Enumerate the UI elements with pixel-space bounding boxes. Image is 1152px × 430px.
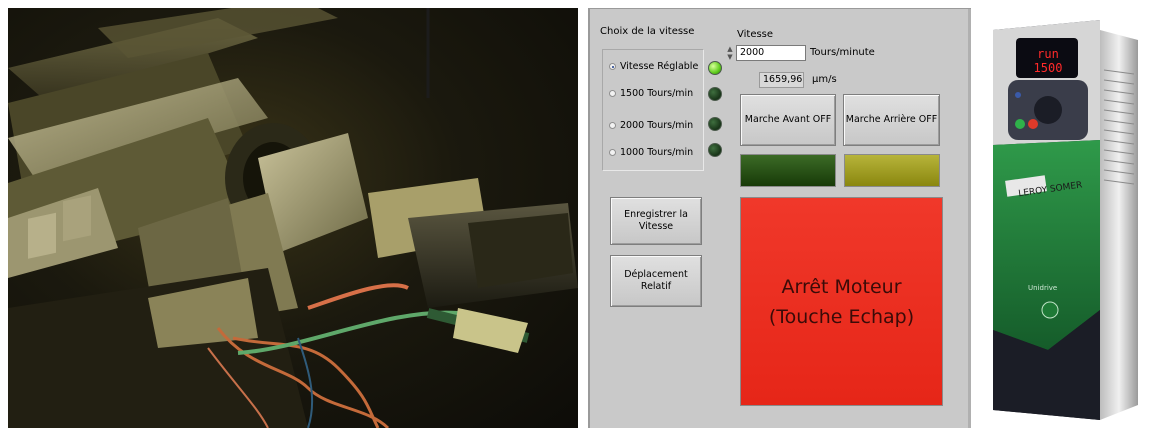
speed-unit: Tours/minute [810,47,875,58]
radio-label: 1000 Tours/min [620,147,694,158]
led-variable-speed [708,61,722,75]
spin-up-icon[interactable]: ▲ [725,45,735,53]
radio-label: Vitesse Réglable [620,61,699,72]
backward-indicator [844,154,940,187]
radio-dot[interactable] [609,63,616,70]
radio-2000[interactable]: 2000 Tours/min [609,120,693,131]
backward-button[interactable]: Marche Arrière OFF [843,94,940,146]
spin-down-icon[interactable]: ▼ [725,53,735,61]
radio-1500[interactable]: 1500 Tours/min [609,88,693,99]
radio-dot[interactable] [609,90,616,97]
speed-spinner[interactable]: ▲ ▼ [725,45,735,63]
drive-model: Unidrive [1028,284,1057,292]
relative-move-line2: Relatif [640,281,672,292]
linear-speed-indicator: 1659,96 [759,72,804,88]
led-1000 [708,143,722,157]
panel-edge [968,9,971,428]
radio-dot[interactable] [609,122,616,129]
save-speed-line1: Enregistrer la [624,209,688,220]
variable-speed-drive-photo: run 1500 LEROY SOMER Unidrive [988,10,1146,428]
led-2000 [708,117,722,131]
speed-control-panel: Choix de la vitesse Vitesse Réglable 150… [588,8,971,428]
radio-1000[interactable]: 1000 Tours/min [609,147,693,158]
radio-variable-speed[interactable]: Vitesse Réglable [609,61,698,72]
relative-move-button[interactable]: Déplacement Relatif [610,255,702,307]
linear-speed-unit: µm/s [812,74,837,85]
forward-button[interactable]: Marche Avant OFF [740,94,836,146]
relative-move-line1: Déplacement [624,269,688,280]
radio-label: 1500 Tours/min [620,88,694,99]
led-1500 [708,87,722,101]
radio-dot[interactable] [609,149,616,156]
stop-line1: Arrêt Moteur [781,275,902,298]
stop-line2: (Touche Echap) [768,305,915,328]
stop-motor-button[interactable]: Arrêt Moteur (Touche Echap) [740,197,943,406]
drive-display-line2: 1500 [1034,61,1063,75]
save-speed-button[interactable]: Enregistrer la Vitesse [610,197,702,245]
radio-label: 2000 Tours/min [620,120,694,131]
speed-label: Vitesse [737,29,774,40]
forward-indicator [740,154,836,187]
speed-choice-title: Choix de la vitesse [600,26,695,37]
speed-input[interactable]: 2000 [736,45,806,61]
save-speed-line2: Vitesse [638,221,674,232]
motor-bench-photo [8,8,578,428]
drive-display-line1: run [1037,47,1059,61]
